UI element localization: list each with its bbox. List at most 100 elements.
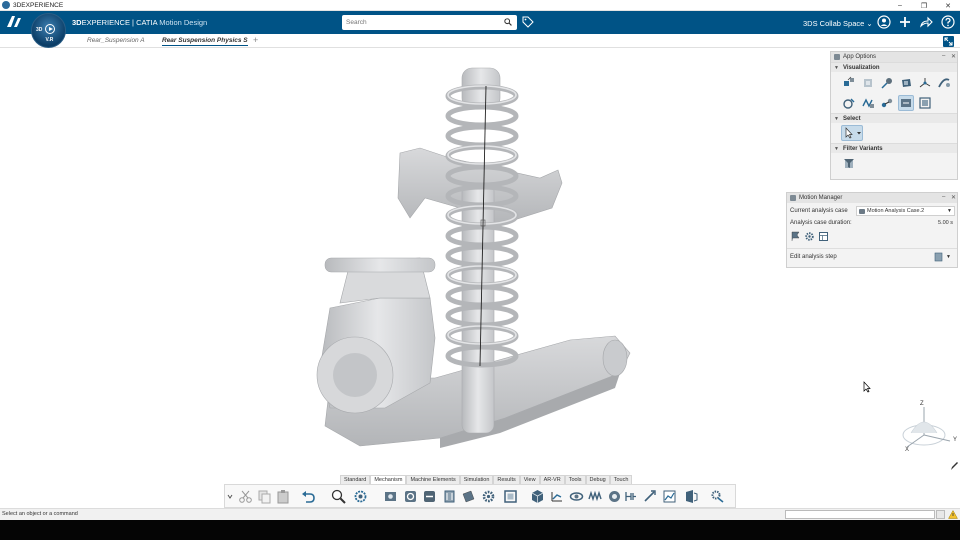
contact-icon[interactable] bbox=[569, 489, 584, 504]
document-tab-bar: Rear_Suspension A Rear Suspension Physic… bbox=[0, 34, 960, 48]
command-button[interactable] bbox=[936, 510, 945, 519]
rotate-icon[interactable] bbox=[353, 489, 368, 504]
dynamic-icon[interactable] bbox=[917, 95, 933, 111]
compass-widget[interactable]: 3D V.R bbox=[31, 13, 66, 48]
pen-icon[interactable] bbox=[950, 461, 959, 471]
brand-title: 3DEXPERIENCE | CATIA Motion Design bbox=[72, 18, 207, 27]
tab-debug[interactable]: Debug bbox=[585, 475, 610, 484]
search-input[interactable] bbox=[346, 19, 496, 26]
panel-close-icon[interactable]: ✕ bbox=[951, 53, 956, 60]
table-icon[interactable] bbox=[818, 231, 829, 242]
frame-icon[interactable] bbox=[503, 489, 518, 504]
sensor-icon[interactable] bbox=[549, 489, 564, 504]
add-tab-button[interactable]: + bbox=[253, 35, 258, 45]
motion-flag-icon[interactable] bbox=[790, 231, 801, 242]
tab-standard[interactable]: Standard bbox=[340, 475, 371, 484]
panel-minimize-icon[interactable]: – bbox=[942, 53, 945, 59]
suspension-model[interactable] bbox=[290, 48, 650, 468]
cylindrical-joint-icon[interactable] bbox=[442, 489, 457, 504]
section-visualization[interactable]: ▼ Visualization bbox=[831, 62, 957, 72]
duration-row: Analysis case duration: 5.00 s bbox=[787, 217, 957, 229]
minimize-button[interactable]: – bbox=[888, 0, 912, 11]
app-options-title-bar[interactable]: App Options – ✕ bbox=[831, 52, 957, 62]
select-arrow-icon[interactable] bbox=[841, 125, 863, 141]
render-icon[interactable] bbox=[860, 75, 876, 91]
tab-mechanism[interactable]: Mechanism bbox=[370, 475, 407, 484]
motion-manager-title-bar[interactable]: Motion Manager – ✕ bbox=[787, 193, 957, 203]
search-box[interactable] bbox=[342, 15, 517, 30]
revolute-joint-icon[interactable] bbox=[403, 489, 418, 504]
planar-joint-icon[interactable] bbox=[461, 489, 476, 504]
section-filter-variants[interactable]: ▼ Filter Variants bbox=[831, 143, 957, 153]
edit-step-button[interactable]: ▼ bbox=[934, 252, 954, 262]
collab-space-selector[interactable]: 3DS Collab Space ⌄ bbox=[803, 19, 873, 28]
measure-icon[interactable] bbox=[879, 75, 895, 91]
action-bar bbox=[224, 484, 736, 508]
os-taskbar bbox=[0, 520, 960, 540]
tab-simulation[interactable]: Simulation bbox=[459, 475, 494, 484]
3d-viewport[interactable]: Z Y X bbox=[0, 48, 960, 508]
copy-icon[interactable] bbox=[257, 489, 272, 504]
tab-view[interactable]: View bbox=[519, 475, 540, 484]
gear-joint-icon[interactable] bbox=[481, 489, 496, 504]
tab-rear-suspension-physics[interactable]: Rear Suspension Physics St bbox=[162, 37, 248, 46]
expand-icon[interactable] bbox=[943, 36, 954, 47]
warning-icon[interactable] bbox=[948, 510, 958, 519]
command-input[interactable] bbox=[785, 510, 935, 519]
panel-close-icon[interactable]: ✕ bbox=[951, 194, 956, 201]
tab-touch[interactable]: Touch bbox=[609, 475, 633, 484]
select-icons-row bbox=[831, 123, 957, 143]
ds-logo-icon[interactable] bbox=[5, 14, 23, 31]
tab-rear-suspension-a[interactable]: Rear_Suspension A bbox=[87, 37, 145, 44]
link-icon[interactable] bbox=[936, 75, 952, 91]
analysis-case-icon[interactable] bbox=[684, 489, 699, 504]
app-logo-icon bbox=[2, 1, 10, 9]
joint-icon[interactable] bbox=[879, 95, 895, 111]
tab-tools[interactable]: Tools bbox=[564, 475, 586, 484]
user-icon[interactable] bbox=[877, 15, 891, 29]
app-options-icon bbox=[834, 54, 840, 60]
axis-x-label: X bbox=[905, 447, 910, 453]
shading-icon[interactable] bbox=[898, 75, 914, 91]
search-icon[interactable] bbox=[504, 18, 512, 26]
edit-step-label: Edit analysis step bbox=[790, 254, 837, 260]
motion-icon[interactable] bbox=[898, 95, 914, 111]
cut-icon[interactable] bbox=[238, 489, 253, 504]
help-icon[interactable] bbox=[941, 15, 955, 29]
top-bar: 3DEXPERIENCE | CATIA Motion Design 3DS C… bbox=[0, 11, 960, 34]
spring-icon[interactable] bbox=[860, 95, 876, 111]
close-button[interactable]: ✕ bbox=[936, 0, 960, 11]
plot-icon[interactable] bbox=[662, 489, 677, 504]
motion-manager-panel: Motion Manager – ✕ Current analysis case… bbox=[786, 192, 958, 268]
tab-machine-elements[interactable]: Machine Elements bbox=[406, 475, 460, 484]
chevron-down-icon[interactable] bbox=[226, 489, 234, 504]
add-icon[interactable] bbox=[898, 15, 912, 29]
explode-icon[interactable] bbox=[841, 75, 857, 91]
tag-icon[interactable] bbox=[522, 16, 534, 28]
axis-icon[interactable] bbox=[917, 75, 933, 91]
damper-icon[interactable] bbox=[623, 489, 638, 504]
zoom-icon[interactable] bbox=[331, 489, 346, 504]
spring-tool-icon[interactable] bbox=[588, 489, 603, 504]
tab-ar-vr[interactable]: AR-VR bbox=[539, 475, 565, 484]
axis-triad[interactable]: Z Y X bbox=[897, 401, 959, 457]
mechanism-icon[interactable] bbox=[383, 489, 398, 504]
current-case-select[interactable]: Motion Analysis Case.2 ▼ bbox=[856, 206, 955, 216]
prismatic-joint-icon[interactable] bbox=[422, 489, 437, 504]
maximize-button[interactable]: ❐ bbox=[912, 0, 936, 11]
brand-app-name: Motion Design bbox=[157, 18, 208, 27]
undo-icon[interactable] bbox=[301, 489, 316, 504]
collapse-triangle-icon: ▼ bbox=[834, 64, 839, 71]
share-icon[interactable] bbox=[919, 15, 933, 29]
view-icon[interactable] bbox=[841, 95, 857, 111]
paste-icon[interactable] bbox=[276, 489, 291, 504]
bushing-icon[interactable] bbox=[607, 489, 622, 504]
settings-gear-icon[interactable] bbox=[804, 231, 815, 242]
panel-minimize-icon[interactable]: – bbox=[942, 194, 945, 200]
filter-icon[interactable] bbox=[841, 155, 857, 171]
tab-results[interactable]: Results bbox=[493, 475, 520, 484]
cube-icon[interactable] bbox=[530, 489, 545, 504]
simulate-icon[interactable] bbox=[710, 489, 725, 504]
force-icon[interactable] bbox=[643, 489, 658, 504]
section-select[interactable]: ▼ Select bbox=[831, 113, 957, 123]
